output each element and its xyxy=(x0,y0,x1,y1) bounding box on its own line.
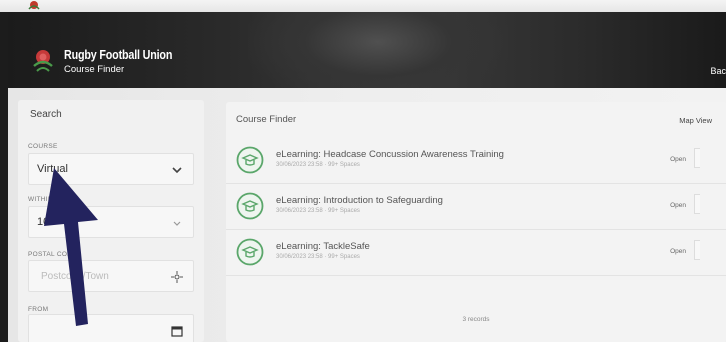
search-panel-title: Search xyxy=(30,109,62,120)
header-background-image xyxy=(248,12,508,88)
chevron-down-icon xyxy=(172,167,182,174)
course-meta: 30/06/2023 23:58 · 99+ Spaces xyxy=(276,254,360,260)
crosshair-icon[interactable] xyxy=(171,271,183,283)
row-action-button[interactable] xyxy=(694,194,700,214)
main-content: Search COURSE Virtual WITHIN 10 POSTAL C… xyxy=(8,88,726,342)
results-panel: Course Finder Map View eLearning: Headca… xyxy=(226,102,726,342)
row-action-button[interactable] xyxy=(694,240,700,260)
graduation-cap-icon xyxy=(236,238,264,266)
open-status[interactable]: Open xyxy=(670,202,686,209)
site-subtitle: Course Finder xyxy=(64,64,125,75)
graduation-cap-icon xyxy=(236,146,264,174)
open-status[interactable]: Open xyxy=(670,156,686,163)
course-meta: 30/06/2023 23:58 · 99+ Spaces xyxy=(276,162,360,168)
chevron-down-icon xyxy=(173,221,181,226)
annotation-arrow-icon xyxy=(44,168,98,326)
course-label: COURSE xyxy=(28,143,58,150)
row-action-button[interactable] xyxy=(694,148,700,168)
calendar-icon[interactable] xyxy=(171,325,183,337)
site-header: Rugby Football Union Course Finder Bac xyxy=(8,12,726,88)
course-title[interactable]: eLearning: Introduction to Safeguarding xyxy=(276,195,443,206)
open-status[interactable]: Open xyxy=(670,248,686,255)
site-title: Rugby Football Union xyxy=(64,48,173,62)
screen-bezel xyxy=(0,0,726,12)
rfu-rose-logo-icon[interactable] xyxy=(30,46,56,74)
course-row[interactable]: eLearning: Introduction to Safeguarding … xyxy=(226,184,726,230)
course-meta: 30/06/2023 23:58 · 99+ Spaces xyxy=(276,208,360,214)
course-row[interactable]: eLearning: Headcase Concussion Awareness… xyxy=(226,138,726,184)
graduation-cap-icon xyxy=(236,192,264,220)
records-count: 3 records xyxy=(462,316,490,323)
rose-icon xyxy=(28,1,40,10)
course-title[interactable]: eLearning: TackleSafe xyxy=(276,241,370,252)
course-row[interactable]: eLearning: TackleSafe 30/06/2023 23:58 ·… xyxy=(226,230,726,276)
results-title: Course Finder xyxy=(236,114,297,125)
map-view-button[interactable]: Map View xyxy=(679,116,712,125)
back-link[interactable]: Bac xyxy=(710,66,726,76)
course-title[interactable]: eLearning: Headcase Concussion Awareness… xyxy=(276,149,504,160)
